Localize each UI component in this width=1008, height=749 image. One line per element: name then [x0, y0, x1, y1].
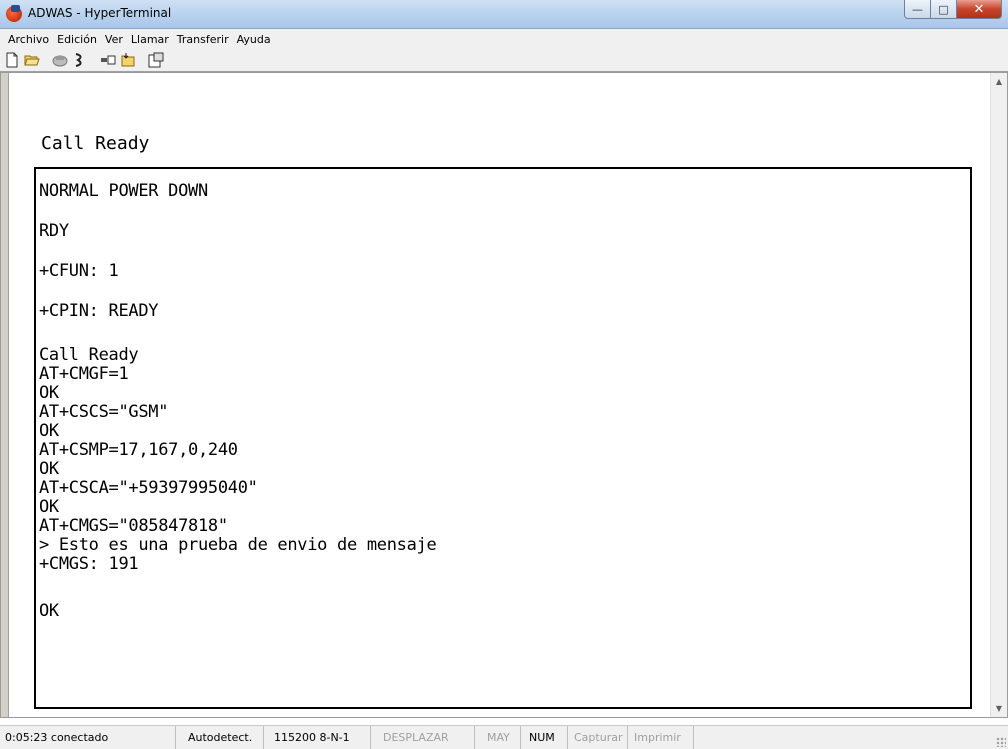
send-button[interactable]: [99, 51, 117, 69]
status-caps: MAY: [475, 726, 521, 749]
status-detect: Autodetect.: [176, 726, 264, 749]
terminal-line: OK: [39, 601, 59, 621]
close-button[interactable]: ✕: [957, 0, 1002, 19]
menu-edicion[interactable]: Edición: [53, 33, 101, 46]
terminal-client-area[interactable]: Call Ready NORMAL POWER DOWN RDY +CFUN: 1 +…: [0, 72, 1008, 718]
open-button[interactable]: [23, 51, 41, 69]
terminal-line: RDY: [39, 221, 69, 241]
new-document-icon: [6, 52, 18, 68]
scroll-up-arrow-icon[interactable]: ▲: [991, 73, 1007, 90]
terminal-line: Call Ready: [39, 345, 139, 365]
terminal-line: +CPIN: READY: [39, 301, 159, 321]
status-print: Imprimir: [628, 726, 694, 749]
menu-ayuda[interactable]: Ayuda: [233, 33, 275, 46]
call-icon: [52, 55, 68, 67]
call-button[interactable]: [51, 51, 69, 69]
menu-ver[interactable]: Ver: [101, 33, 127, 46]
left-edge: [1, 73, 9, 717]
status-capture: Capturar: [568, 726, 628, 749]
status-scroll: DESPLAZAR: [371, 726, 475, 749]
terminal-line: > Esto es una prueba de envio de mensaje: [39, 535, 437, 555]
new-button[interactable]: [3, 51, 21, 69]
vertical-scrollbar[interactable]: ▲ ▼: [990, 73, 1007, 717]
hyperterminal-icon[interactable]: [6, 5, 22, 22]
menu-transferir[interactable]: Transferir: [173, 33, 233, 46]
minimize-icon: —: [912, 2, 923, 16]
disconnect-icon: [75, 53, 82, 67]
terminal-header-line: Call Ready: [41, 133, 150, 154]
maximize-icon: □: [938, 2, 949, 16]
terminal-line: +CMGS: 191: [39, 554, 139, 574]
menu-bar: Archivo Edición Ver Llamar Transferir Ay…: [0, 29, 1008, 49]
terminal-line: OK: [39, 421, 59, 441]
terminal-line: AT+CMGS="085847818": [39, 516, 228, 536]
minimize-button[interactable]: —: [904, 0, 931, 19]
terminal-line: OK: [39, 497, 59, 517]
menu-archivo[interactable]: Archivo: [4, 33, 53, 46]
terminal-line: OK: [39, 459, 59, 479]
receive-button[interactable]: [119, 51, 137, 69]
send-icon: [101, 55, 116, 65]
receive-icon: [121, 53, 135, 67]
menu-llamar[interactable]: Llamar: [127, 33, 173, 46]
properties-button[interactable]: [147, 51, 165, 69]
properties-icon: [148, 52, 164, 68]
title-bar[interactable]: ADWAS - HyperTerminal — □ ✕: [0, 0, 1008, 29]
terminal-line: +CFUN: 1: [39, 261, 119, 281]
status-port: 115200 8-N-1: [264, 726, 371, 749]
terminal-screen[interactable]: NORMAL POWER DOWN RDY +CFUN: 1 +CPIN: READY…: [34, 167, 972, 709]
scroll-down-arrow-icon[interactable]: ▼: [991, 700, 1007, 717]
maximize-button[interactable]: □: [931, 0, 957, 19]
terminal-line: AT+CMGF=1: [39, 364, 129, 384]
terminal-line: NORMAL POWER DOWN: [39, 181, 208, 201]
terminal-line: AT+CSMP=17,167,0,240: [39, 440, 238, 460]
terminal-line: OK: [39, 383, 59, 403]
window-controls: — □ ✕: [904, 0, 1002, 20]
terminal-line: AT+CSCS="GSM": [39, 402, 169, 422]
status-num: NUM: [521, 726, 568, 749]
close-icon: ✕: [973, 1, 985, 17]
status-bar: 0:05:23 conectado Autodetect. 115200 8-N…: [0, 725, 1008, 749]
window-title: ADWAS - HyperTerminal: [28, 6, 172, 20]
status-connection: 0:05:23 conectado: [0, 726, 176, 749]
terminal-line: AT+CSCA="+59397995040": [39, 478, 258, 498]
resize-grip-icon[interactable]: [996, 737, 1006, 747]
open-folder-icon: [24, 55, 40, 66]
disconnect-button[interactable]: [71, 51, 89, 69]
toolbar: [0, 49, 1008, 72]
